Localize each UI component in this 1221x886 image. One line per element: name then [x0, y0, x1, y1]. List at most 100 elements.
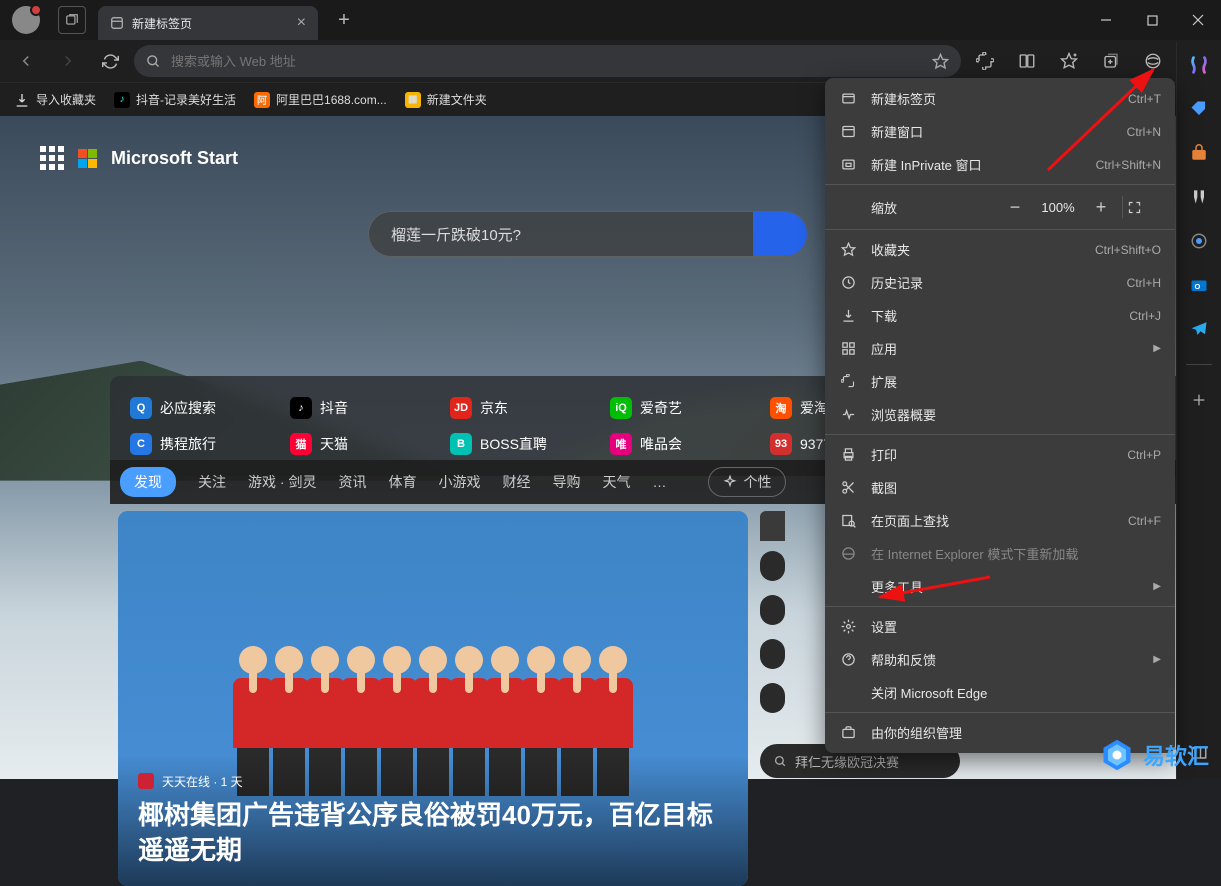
- ie-icon: [839, 546, 857, 561]
- office-icon[interactable]: [1186, 228, 1212, 254]
- split-button[interactable]: [1009, 45, 1045, 77]
- menu-help[interactable]: 帮助和反馈▶: [825, 643, 1175, 676]
- address-bar[interactable]: [134, 45, 961, 77]
- microsoft-logo-icon: [78, 149, 97, 168]
- collections-button[interactable]: [1093, 45, 1129, 77]
- news-headline: 椰树集团广告违背公序良俗被罚40万元，百亿目标遥遥无期: [138, 798, 728, 868]
- chevron-right-icon: ▶: [1153, 343, 1161, 354]
- ie-mode-button[interactable]: [1135, 45, 1171, 77]
- quick-link-item[interactable]: JD京东: [450, 397, 570, 419]
- zoom-value: 100%: [1032, 200, 1084, 215]
- quick-link-item[interactable]: iQ爱奇艺: [610, 397, 730, 419]
- brand-title: Microsoft Start: [111, 148, 238, 169]
- extensions-button[interactable]: [967, 45, 1003, 77]
- favorite-star-icon[interactable]: [932, 53, 949, 70]
- menu-essentials[interactable]: 浏览器概要: [825, 398, 1175, 431]
- maximize-button[interactable]: [1129, 0, 1175, 40]
- zoom-out-button[interactable]: −: [998, 197, 1032, 218]
- quick-link-item[interactable]: ♪抖音: [290, 397, 410, 419]
- news-source: 天天在线 · 1 天: [138, 773, 728, 790]
- menu-new-inprivate[interactable]: 新建 InPrivate 窗口Ctrl+Shift+N: [825, 148, 1175, 181]
- menu-new-tab[interactable]: 新建标签页Ctrl+T: [825, 82, 1175, 115]
- quick-link-item[interactable]: BBOSS直聘: [450, 433, 570, 455]
- fullscreen-button[interactable]: [1127, 200, 1161, 215]
- add-sidebar-icon[interactable]: [1186, 387, 1212, 413]
- menu-settings[interactable]: 设置: [825, 610, 1175, 643]
- menu-apps[interactable]: 应用▶: [825, 332, 1175, 365]
- menu-downloads[interactable]: 下载Ctrl+J: [825, 299, 1175, 332]
- telegram-icon[interactable]: [1186, 316, 1212, 342]
- inprivate-icon: [839, 157, 857, 172]
- menu-screenshot[interactable]: 截图: [825, 471, 1175, 504]
- news-card[interactable]: 天天在线 · 1 天 椰树集团广告违背公序良俗被罚40万元，百亿目标遥遥无期: [118, 511, 748, 886]
- pulse-icon: [839, 407, 857, 422]
- menu-extensions[interactable]: 扩展: [825, 365, 1175, 398]
- personalize-button[interactable]: 个性: [708, 467, 786, 497]
- url-input[interactable]: [171, 54, 932, 69]
- search-icon: [146, 54, 161, 69]
- feed-tab[interactable]: 发现: [120, 467, 176, 497]
- back-button[interactable]: [8, 45, 44, 77]
- feed-tab[interactable]: 天气: [602, 472, 630, 492]
- menu-favorites[interactable]: 收藏夹Ctrl+Shift+O: [825, 233, 1175, 266]
- quick-link-item[interactable]: Q必应搜索: [130, 397, 250, 419]
- menu-new-window[interactable]: 新建窗口Ctrl+N: [825, 115, 1175, 148]
- menu-more-tools[interactable]: 更多工具▶: [825, 570, 1175, 603]
- quick-link-icon: ♪: [290, 397, 312, 419]
- close-tab-button[interactable]: ×: [297, 14, 306, 32]
- minimize-button[interactable]: [1083, 0, 1129, 40]
- outlook-icon[interactable]: O: [1186, 272, 1212, 298]
- watermark-logo-icon: [1099, 737, 1135, 773]
- browser-tab[interactable]: 新建标签页 ×: [98, 6, 318, 40]
- zoom-in-button[interactable]: +: [1084, 197, 1118, 218]
- quick-link-icon: 唯: [610, 433, 632, 455]
- quick-link-icon: JD: [450, 397, 472, 419]
- quick-link-item[interactable]: C携程旅行: [130, 433, 250, 455]
- games-icon[interactable]: [1186, 184, 1212, 210]
- feed-tab[interactable]: 财经: [502, 472, 530, 492]
- feed-tab[interactable]: 体育: [388, 472, 416, 492]
- feed-tab[interactable]: 游戏 · 剑灵: [248, 472, 316, 492]
- menu-close-edge[interactable]: 关闭 Microsoft Edge: [825, 676, 1175, 709]
- side-column: [760, 511, 785, 886]
- search-placeholder: 榴莲一斤跌破10元?: [391, 224, 521, 245]
- quick-link-item[interactable]: 猫天猫: [290, 433, 410, 455]
- profile-avatar[interactable]: [12, 6, 40, 34]
- shopping-icon[interactable]: [1186, 140, 1212, 166]
- feed-tab[interactable]: 关注: [198, 472, 226, 492]
- close-window-button[interactable]: [1175, 0, 1221, 40]
- new-tab-button[interactable]: +: [330, 9, 358, 32]
- feed-tab[interactable]: 资讯: [338, 472, 366, 492]
- bookmark-folder[interactable]: ▦新建文件夹: [405, 91, 487, 108]
- menu-find[interactable]: 在页面上查找Ctrl+F: [825, 504, 1175, 537]
- find-icon: [839, 513, 857, 528]
- copilot-icon[interactable]: [1186, 52, 1212, 78]
- workspaces-button[interactable]: [58, 6, 86, 34]
- apps-icon: [839, 341, 857, 356]
- import-icon: [14, 92, 30, 108]
- feed-tab-more[interactable]: …: [652, 474, 666, 490]
- chevron-right-icon: ▶: [1153, 581, 1161, 592]
- feed-tab[interactable]: 导购: [552, 472, 580, 492]
- feed-tab[interactable]: 小游戏: [438, 472, 480, 492]
- bookmark-item[interactable]: 阿阿里巴巴1688.com...: [254, 91, 387, 108]
- bookmark-item[interactable]: ♪抖音-记录美好生活: [114, 91, 236, 108]
- quick-link-item[interactable]: 唯唯品会: [610, 433, 730, 455]
- apps-launcher-icon[interactable]: [40, 146, 64, 170]
- favorites-button[interactable]: [1051, 45, 1087, 77]
- forward-button: [50, 45, 86, 77]
- page-header: Microsoft Start: [40, 146, 238, 170]
- menu-print[interactable]: 打印Ctrl+P: [825, 438, 1175, 471]
- content-search-box[interactable]: 榴莲一斤跌破10元?: [368, 211, 808, 257]
- tag-icon[interactable]: [1186, 96, 1212, 122]
- edge-sidebar: O: [1176, 42, 1221, 779]
- refresh-button[interactable]: [92, 45, 128, 77]
- tab-icon: [839, 91, 857, 106]
- menu-history[interactable]: 历史记录Ctrl+H: [825, 266, 1175, 299]
- quick-link-icon: 淘: [770, 397, 792, 419]
- quick-link-icon: 猫: [290, 433, 312, 455]
- sparkle-icon: [723, 475, 737, 489]
- import-favorites-button[interactable]: 导入收藏夹: [14, 91, 96, 108]
- chevron-right-icon: ▶: [1153, 654, 1161, 665]
- tab-title: 新建标签页: [132, 15, 192, 32]
